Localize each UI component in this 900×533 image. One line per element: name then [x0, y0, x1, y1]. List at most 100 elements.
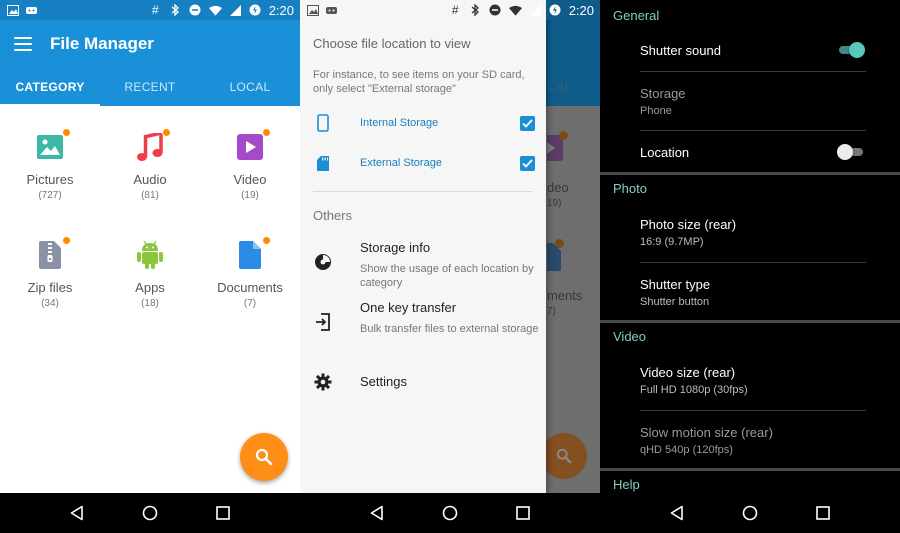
category-label: Audio	[133, 172, 167, 187]
internal-storage-checkbox[interactable]	[520, 115, 535, 131]
navigation-drawer: Choose file location to view For instanc…	[300, 0, 546, 493]
menu-item-description: Show the usage of each location by categ…	[360, 263, 534, 289]
setting-photo-size[interactable]: Photo size (rear) 16:9 (9.7MP)	[640, 217, 866, 248]
category-pictures[interactable]: Pictures (727)	[0, 106, 100, 214]
back-icon[interactable]	[365, 501, 389, 525]
storage-option-internal[interactable]: Internal Storage	[313, 108, 535, 138]
category-label: Pictures	[26, 172, 74, 187]
setting-slow-motion-size: Slow motion size (rear) qHD 540p (120fps…	[640, 425, 866, 456]
zip-icon	[35, 236, 71, 270]
category-count: (727)	[38, 190, 62, 201]
android-notification-icon	[25, 4, 38, 16]
pictures-icon	[35, 128, 71, 162]
gallery-notification-icon	[6, 4, 19, 16]
setting-title: Shutter type	[640, 277, 711, 292]
section-heading-video: Video	[613, 329, 647, 344]
divider	[640, 410, 866, 411]
new-badge	[262, 236, 271, 245]
category-zip-files[interactable]: Zip files (34)	[0, 214, 100, 322]
new-badge	[262, 128, 271, 137]
divider	[313, 191, 533, 192]
section-heading-help: Help	[613, 477, 640, 492]
recents-icon[interactable]	[211, 501, 235, 525]
menu-item-one-key-transfer[interactable]: One key transfer Bulk transfer files to …	[313, 300, 539, 352]
menu-item-title: Settings	[360, 374, 407, 389]
checkmark-icon	[522, 118, 533, 128]
storage-label: External Storage	[360, 157, 442, 169]
divider	[640, 262, 866, 263]
battery-icon	[249, 4, 262, 16]
setting-value: Phone	[640, 105, 672, 117]
home-icon[interactable]	[738, 501, 762, 525]
home-icon[interactable]	[138, 501, 162, 525]
app-title: File Manager	[50, 34, 154, 53]
navigation-bar	[600, 493, 900, 533]
category-audio[interactable]: Audio (81)	[100, 106, 200, 214]
setting-title: Storage	[640, 86, 686, 101]
recents-icon[interactable]	[811, 501, 835, 525]
tab-recent[interactable]: RECENT	[100, 68, 200, 106]
setting-title: Slow motion size (rear)	[640, 425, 773, 440]
category-label: Documents	[217, 280, 283, 295]
music-note-icon	[135, 128, 171, 162]
menu-item-settings[interactable]: Settings	[313, 373, 538, 398]
category-count: (7)	[243, 298, 257, 309]
setting-title: Location	[640, 145, 690, 160]
back-icon[interactable]	[665, 501, 689, 525]
search-icon	[556, 448, 572, 464]
file-manager-screen: # 2:20 File Manager CATEGORY RECENT LOCA…	[0, 0, 300, 533]
section-separator	[600, 172, 900, 175]
setting-shutter-sound[interactable]: Shutter sound	[640, 43, 866, 58]
location-toggle[interactable]	[837, 143, 865, 161]
hash-icon: #	[151, 3, 159, 17]
setting-value: Full HD 1080p (30fps)	[640, 384, 748, 396]
section-separator	[600, 320, 900, 323]
tab-local[interactable]: LOCAL	[200, 68, 300, 106]
phone-icon	[313, 114, 333, 132]
setting-location[interactable]: Location	[640, 145, 866, 160]
category-video[interactable]: Video (19)	[200, 106, 300, 214]
background-label-fragment: deo	[547, 180, 569, 195]
section-separator	[600, 468, 900, 471]
external-storage-checkbox[interactable]	[520, 155, 535, 171]
setting-value: 16:9 (9.7MP)	[640, 236, 704, 248]
android-icon	[135, 240, 165, 270]
gallery-notification-icon	[306, 4, 319, 16]
setting-title: Shutter sound	[640, 43, 721, 58]
category-label: Video	[233, 172, 267, 187]
menu-item-description: Bulk transfer files to external storage	[360, 323, 539, 335]
background-count-fragment: 19)	[547, 198, 562, 209]
menu-item-storage-info[interactable]: Storage info Show the usage of each loca…	[313, 240, 538, 292]
background-label-fragment: ments	[547, 288, 583, 303]
home-icon[interactable]	[438, 501, 462, 525]
video-icon	[235, 128, 271, 162]
storage-label: Internal Storage	[360, 117, 439, 129]
storage-option-external[interactable]: External Storage	[313, 148, 535, 178]
background-tab-fragment: CAL	[548, 80, 572, 94]
category-label: Apps	[135, 280, 165, 295]
tab-category[interactable]: CATEGORY	[0, 68, 100, 106]
transfer-icon	[313, 312, 333, 332]
background-video-icon	[537, 131, 568, 166]
category-label: Zip files	[27, 280, 73, 295]
category-apps[interactable]: Apps (18)	[100, 214, 200, 322]
category-count: (18)	[141, 298, 159, 309]
status-bar	[300, 0, 546, 20]
back-icon[interactable]	[65, 501, 89, 525]
search-fab-button[interactable]	[240, 433, 288, 481]
shutter-sound-toggle[interactable]	[837, 41, 865, 59]
navigation-bar	[0, 493, 300, 533]
hamburger-menu-icon[interactable]	[14, 37, 32, 51]
status-time: 2:20	[268, 2, 294, 18]
toolbar: File Manager	[0, 20, 300, 68]
section-heading-general: General	[613, 8, 660, 23]
do-not-disturb-icon	[189, 4, 202, 16]
recents-icon[interactable]	[511, 501, 535, 525]
status-bar-right	[546, 0, 600, 20]
search-icon	[255, 448, 273, 466]
setting-shutter-type[interactable]: Shutter type Shutter button	[640, 277, 866, 308]
setting-video-size[interactable]: Video size (rear) Full HD 1080p (30fps)	[640, 365, 866, 396]
signal-icon	[229, 4, 242, 16]
checkmark-icon	[522, 158, 533, 168]
category-documents[interactable]: Documents (7)	[200, 214, 300, 322]
